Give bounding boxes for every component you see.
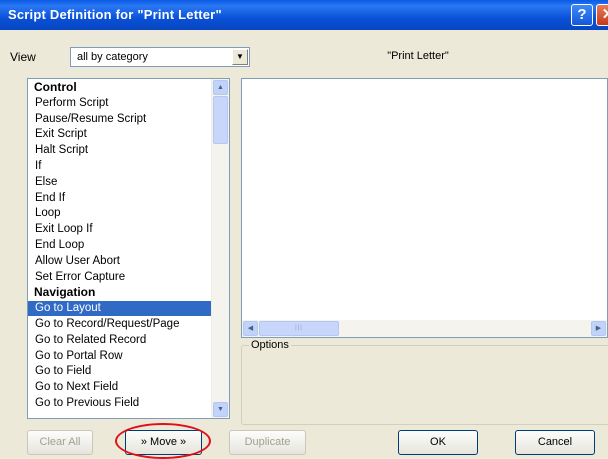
duplicate-button[interactable]: Duplicate [229,430,306,455]
script-step-item[interactable]: Pause/Resume Script [28,112,211,127]
script-step-item[interactable]: Exit Script [28,127,211,142]
script-horizontal-scrollbar[interactable]: ◀ ||| ▶ [242,320,607,337]
help-button[interactable]: ? [571,4,593,26]
options-label: Options [249,339,291,351]
script-step-item[interactable]: Set Error Capture [28,270,211,285]
script-step-item[interactable]: Halt Script [28,143,211,158]
view-dropdown[interactable]: all by category ▼ [70,47,250,67]
scroll-right-icon[interactable]: ▶ [591,321,606,336]
script-step-item[interactable]: End Loop [28,238,211,253]
script-step-item[interactable]: Go to Related Record [28,333,211,348]
close-icon: ✕ [601,6,608,23]
options-group [241,345,608,425]
script-step-item[interactable]: Go to Layout [28,301,211,317]
script-step-item[interactable]: End If [28,191,211,206]
script-step-item[interactable]: Go to Record/Request/Page [28,317,211,332]
horizontal-scroll-thumb[interactable]: ||| [259,321,339,336]
script-editor-area[interactable]: ◀ ||| ▶ [241,78,608,338]
script-step-item[interactable]: Else [28,175,211,190]
script-step-item[interactable]: Allow User Abort [28,254,211,269]
script-step-item[interactable]: Go to Next Field [28,380,211,395]
script-step-item[interactable]: Go to Previous Field [28,396,211,411]
ok-button[interactable]: OK [398,430,478,455]
script-steps-list[interactable]: Control Perform Script Pause/Resume Script… [27,78,230,419]
script-step-item[interactable]: Perform Script [28,96,211,111]
help-icon: ? [577,6,587,23]
window-title: Script Definition for "Print Letter" [8,7,222,22]
title-bar[interactable]: Script Definition for "Print Letter" ? ✕ [0,0,608,30]
script-step-item[interactable]: If [28,159,211,174]
script-definition-dialog: Script Definition for "Print Letter" ? ✕… [0,0,608,459]
step-category-header[interactable]: Navigation [28,285,211,300]
view-dropdown-value: all by category [77,51,148,63]
close-button[interactable]: ✕ [596,4,608,26]
scroll-up-icon[interactable]: ▲ [213,80,228,95]
clear-all-button[interactable]: Clear All [27,430,93,455]
script-step-item[interactable]: Go to Portal Row [28,349,211,364]
move-button-highlight-circle [115,423,211,459]
script-name-heading: "Print Letter" [387,50,449,62]
step-category-header[interactable]: Control [28,80,211,95]
steps-vertical-scrollbar[interactable]: ▲ ▼ [211,79,229,418]
cancel-button[interactable]: Cancel [515,430,595,455]
script-step-item[interactable]: Loop [28,206,211,221]
scroll-down-icon[interactable]: ▼ [213,402,228,417]
scroll-thumb[interactable] [213,96,228,144]
view-label: View [10,50,36,64]
scroll-left-icon[interactable]: ◀ [243,321,258,336]
script-step-item[interactable]: Exit Loop If [28,222,211,237]
script-step-item[interactable]: Go to Field [28,364,211,379]
